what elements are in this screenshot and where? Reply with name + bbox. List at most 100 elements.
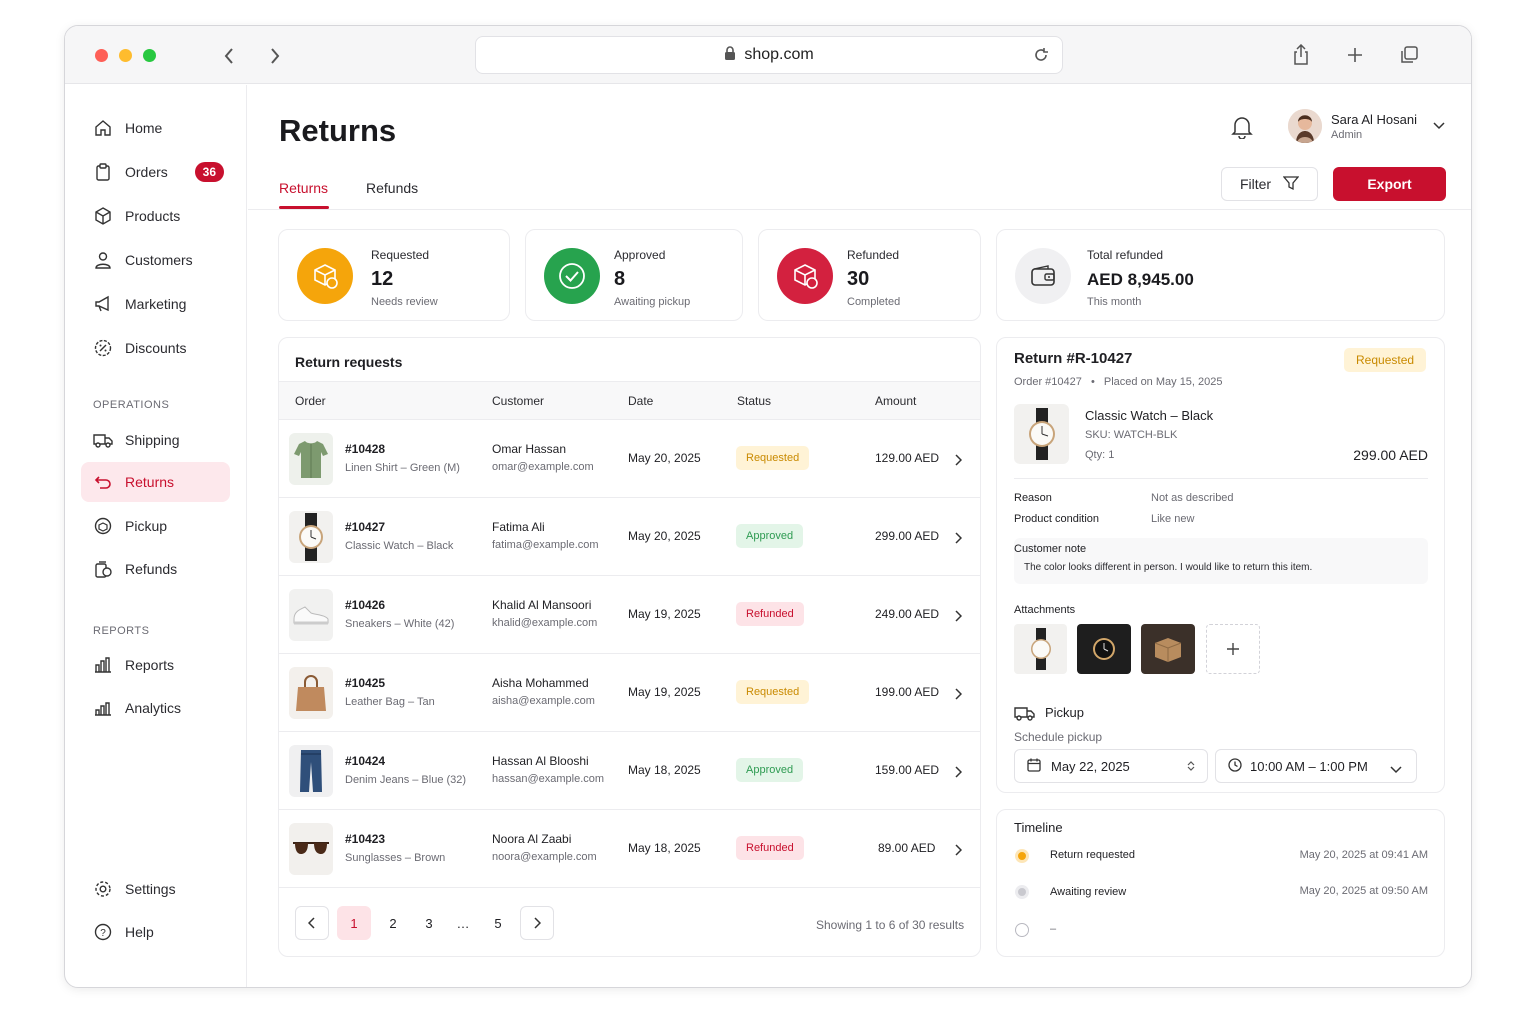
page-button[interactable]: 2 (376, 906, 410, 940)
next-page-button[interactable] (520, 906, 554, 940)
share-icon[interactable] (1289, 43, 1313, 67)
column-header-date[interactable]: Date (628, 394, 653, 408)
page-button[interactable]: 5 (481, 906, 515, 940)
customer-email: khalid@example.com (492, 617, 598, 629)
sidebar-item-customers[interactable]: Customers (81, 240, 230, 280)
order-id[interactable]: #10426 (345, 598, 385, 612)
kpi-sub: Awaiting pickup (614, 296, 691, 308)
back-icon[interactable] (217, 44, 241, 68)
page-button[interactable]: 3 (412, 906, 446, 940)
return-date: May 20, 2025 (628, 451, 701, 465)
order-item: Leather Bag – Tan (345, 696, 435, 708)
chevron-right-icon[interactable] (954, 687, 963, 705)
column-header-customer[interactable]: Customer (492, 394, 544, 408)
pickup-time-value: 10:00 AM – 1:00 PM (1250, 758, 1368, 774)
sidebar-item-returns[interactable]: Returns (81, 462, 230, 502)
sidebar-item-home[interactable]: Home (81, 108, 230, 148)
order-id[interactable]: #10427 (345, 520, 385, 534)
customer-email: noora@example.com (492, 851, 597, 863)
attachment-thumbnail[interactable] (1077, 624, 1131, 674)
order-ref[interactable]: Order #10427 (1014, 376, 1082, 388)
chevron-right-icon[interactable] (954, 843, 963, 861)
order-id[interactable]: #10425 (345, 676, 385, 690)
reload-icon[interactable] (1032, 46, 1050, 69)
sidebar-item-marketing[interactable]: Marketing (81, 284, 230, 324)
user-menu[interactable]: Sara Al Hosani Admin (1288, 109, 1445, 143)
sidebar-item-label: Reports (125, 657, 175, 673)
status-badge: Requested (1344, 348, 1427, 372)
pickup-date-value: May 22, 2025 (1051, 758, 1130, 774)
export-button[interactable]: Export (1333, 167, 1446, 201)
tab-refunds[interactable]: Refunds (366, 180, 418, 196)
table-row[interactable]: #10428 Linen Shirt – Green (M) Omar Hass… (279, 419, 980, 497)
tab-returns[interactable]: Returns (279, 180, 328, 196)
new-tab-icon[interactable] (1343, 43, 1367, 67)
kpi-card-approved[interactable]: Approved 8 Awaiting pickup (525, 229, 743, 321)
timeline-event-label: Return requested (1050, 849, 1135, 861)
table-row[interactable]: #10426 Sneakers – White (42) Khalid Al M… (279, 575, 980, 653)
jeans-icon (289, 745, 333, 797)
user-name: Sara Al Hosani (1331, 111, 1417, 127)
minimize-window-button[interactable] (119, 49, 132, 62)
sidebar-item-products[interactable]: Products (81, 196, 230, 236)
sidebar-item-analytics[interactable]: Analytics (81, 688, 230, 728)
table-row[interactable]: #10423 Sunglasses – Brown Noora Al Zaabi… (279, 809, 980, 887)
sidebar: Home Orders 36 Products Customers Market… (65, 85, 247, 987)
chevron-right-icon[interactable] (954, 531, 963, 549)
add-attachment-button[interactable] (1206, 624, 1260, 674)
customer-email: omar@example.com (492, 461, 594, 473)
megaphone-icon (93, 294, 113, 314)
kpi-card-refunded[interactable]: Refunded 30 Completed (758, 229, 981, 321)
sidebar-item-orders[interactable]: Orders 36 (81, 152, 230, 192)
user-icon (93, 250, 113, 270)
order-id[interactable]: #10423 (345, 832, 385, 846)
order-id[interactable]: #10424 (345, 754, 385, 768)
attachment-thumbnail[interactable] (1141, 624, 1195, 674)
orders-count-badge: 36 (194, 162, 224, 182)
page-ellipsis: … (456, 915, 470, 931)
sidebar-item-reports[interactable]: Reports (81, 645, 230, 685)
return-meta: Order #10427 • Placed on May 15, 2025 (1014, 376, 1223, 388)
order-item: Sunglasses – Brown (345, 852, 446, 864)
column-header-amount[interactable]: Amount (875, 394, 916, 408)
kpi-card-requested[interactable]: Requested 12 Needs review (278, 229, 510, 321)
filter-label: Filter (1239, 176, 1272, 192)
kpi-card-total-refunded[interactable]: Total refunded AED 8,945.00 This month (996, 229, 1445, 321)
sidebar-item-refunds[interactable]: Refunds (81, 549, 230, 589)
table-row[interactable]: #10425 Leather Bag – Tan Aisha Mohammed … (279, 653, 980, 731)
prev-page-button[interactable] (295, 906, 329, 940)
sidebar-item-help[interactable]: ? Help (81, 912, 230, 952)
maximize-window-button[interactable] (143, 49, 156, 62)
sidebar-heading-reports: REPORTS (93, 625, 150, 637)
kpi-value: 30 (847, 268, 870, 290)
order-id[interactable]: #10428 (345, 442, 385, 456)
chevron-right-icon[interactable] (954, 609, 963, 627)
column-header-status[interactable]: Status (737, 394, 771, 408)
chevron-right-icon[interactable] (954, 453, 963, 471)
schedule-label: Schedule pickup (1014, 730, 1103, 744)
tabs-overview-icon[interactable] (1397, 43, 1421, 67)
sidebar-item-discounts[interactable]: Discounts (81, 328, 230, 368)
page-button-current[interactable]: 1 (337, 906, 371, 940)
close-window-button[interactable] (95, 49, 108, 62)
table-row[interactable]: #10427 Classic Watch – Black Fatima Ali … (279, 497, 980, 575)
filter-button[interactable]: Filter (1221, 167, 1318, 201)
timeline-event-time: May 20, 2025 at 09:50 AM (1299, 885, 1428, 897)
bell-icon[interactable] (1231, 115, 1253, 144)
address-bar[interactable]: shop.com (475, 36, 1063, 74)
sidebar-item-settings[interactable]: Settings (81, 869, 230, 909)
chevron-right-icon[interactable] (954, 765, 963, 783)
sidebar-item-shipping[interactable]: Shipping (81, 420, 230, 460)
forward-icon[interactable] (263, 44, 287, 68)
return-date: May 19, 2025 (628, 685, 701, 699)
attachment-thumbnail[interactable] (1014, 624, 1067, 674)
table-row[interactable]: #10424 Denim Jeans – Blue (32) Hassan Al… (279, 731, 980, 809)
pickup-date-field[interactable]: May 22, 2025 (1014, 749, 1208, 783)
truck-icon (93, 430, 113, 450)
pickup-time-select[interactable]: 10:00 AM – 1:00 PM (1215, 749, 1417, 783)
column-header-order[interactable]: Order (295, 394, 326, 408)
customer-email: aisha@example.com (492, 695, 595, 707)
return-date: May 18, 2025 (628, 841, 701, 855)
sidebar-item-label: Products (125, 208, 181, 224)
sidebar-item-pickup[interactable]: Pickup (81, 506, 230, 546)
